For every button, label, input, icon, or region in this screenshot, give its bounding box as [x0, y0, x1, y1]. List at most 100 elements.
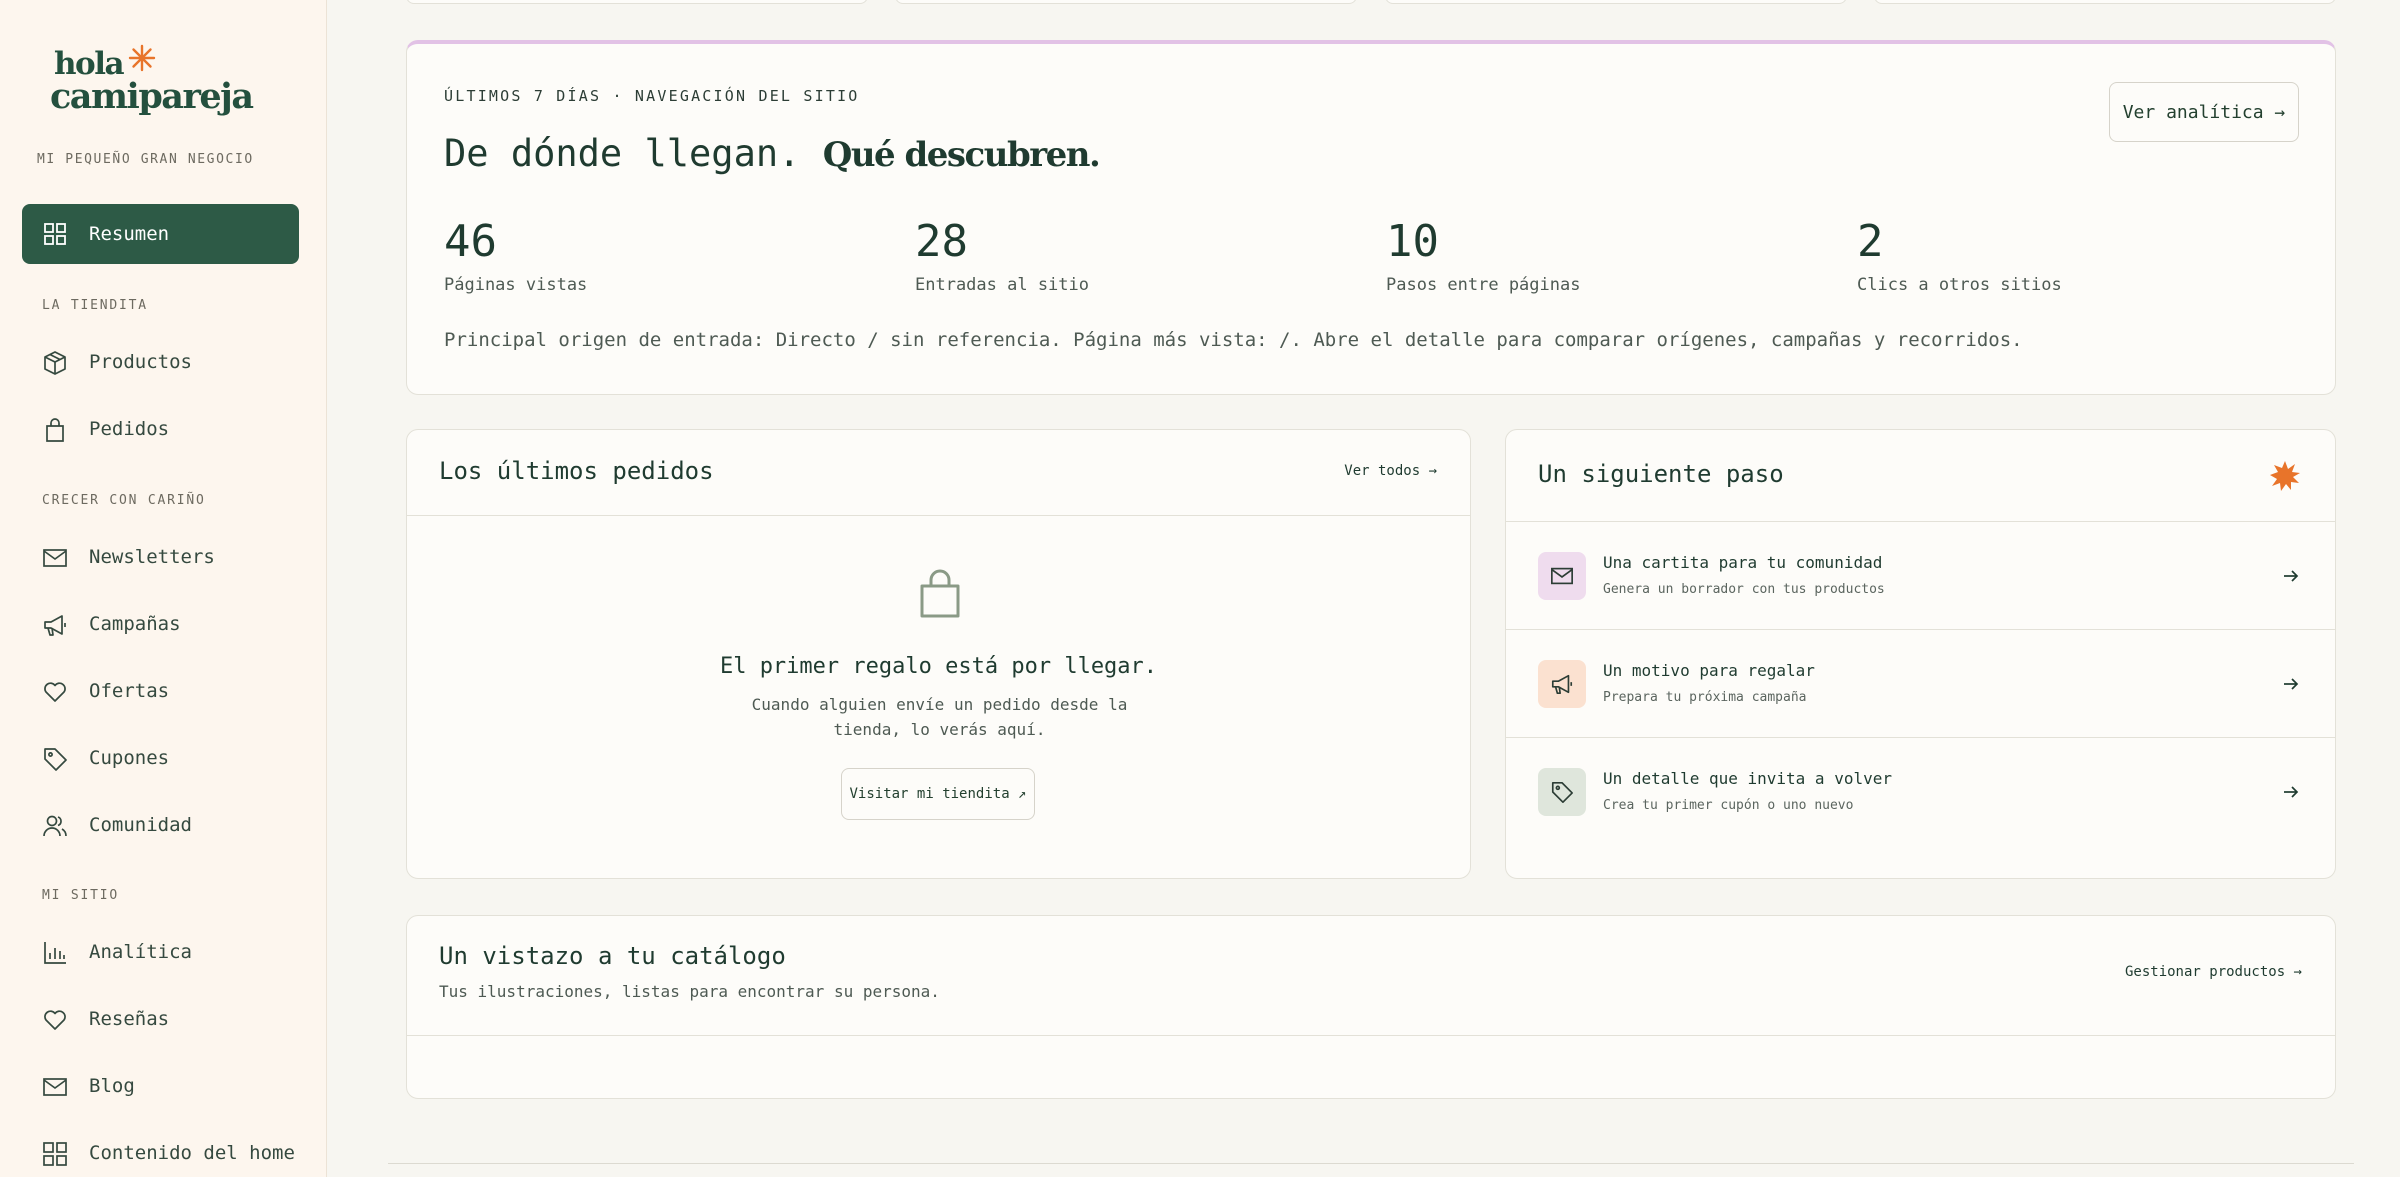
step-icon-box	[1538, 552, 1586, 600]
sidebar-item-resenas[interactable]: Reseñas	[22, 991, 299, 1047]
stat-label: Pasos entre páginas	[1386, 275, 1581, 295]
shopping-bag-icon	[46, 418, 64, 442]
view-all-orders-link[interactable]: Ver todos →	[1344, 463, 1437, 479]
megaphone-icon	[44, 615, 66, 636]
sidebar-item-analitica[interactable]: Analítica	[22, 924, 299, 980]
sidebar-item-pedidos[interactable]: Pedidos	[22, 401, 299, 457]
orders-title: Los últimos pedidos	[439, 457, 714, 485]
stat-site-entries: 28 Entradas al sitio	[915, 216, 1089, 295]
starburst-icon	[2270, 461, 2300, 491]
stat-value: 28	[915, 216, 968, 267]
sidebar-item-productos[interactable]: Productos	[22, 334, 299, 390]
users-icon	[43, 815, 67, 837]
visit-store-button[interactable]: Visitar mi tiendita ↗	[841, 768, 1035, 820]
next-step-title: Un siguiente paso	[1538, 460, 1784, 488]
sidebar-item-label: Pedidos	[89, 418, 170, 440]
sidebar-item-blog[interactable]: Blog	[22, 1058, 299, 1114]
card-stub	[1874, 0, 2336, 4]
headline-serif: Qué descubren.	[822, 135, 1101, 175]
manage-products-link[interactable]: Gestionar productos →	[2125, 964, 2302, 980]
sidebar-item-ofertas[interactable]: Ofertas	[22, 663, 299, 719]
heart-icon	[44, 1010, 66, 1030]
catalog-title: Un vistazo a tu catálogo	[439, 942, 786, 970]
shopping-bag-icon	[920, 569, 960, 618]
sidebar-item-label: Analítica	[89, 941, 192, 963]
sidebar-item-comunidad[interactable]: Comunidad	[22, 797, 299, 853]
stat-value: 46	[444, 216, 497, 267]
view-analytics-button[interactable]: Ver analítica →	[2109, 82, 2299, 142]
next-step-item[interactable]: Una cartita para tu comunidad Genera un …	[1506, 522, 2335, 630]
sidebar-section-title: LA TIENDITA	[42, 298, 148, 313]
analytics-card: ÚLTIMOS 7 DÍAS · NAVEGACIÓN DEL SITIO De…	[406, 40, 2336, 395]
stat-outbound-clicks: 2 Clics a otros sitios	[1857, 216, 2062, 295]
sidebar-item-newsletters[interactable]: Newsletters	[22, 529, 299, 585]
stat-value: 10	[1386, 216, 1439, 267]
sidebar-item-label: Blog	[89, 1075, 135, 1097]
sidebar-item-label: Reseñas	[89, 1008, 170, 1030]
step-title: Un detalle que invita a volver	[1603, 769, 1892, 788]
grid-icon	[44, 223, 66, 245]
catalog-subtitle: Tus ilustraciones, listas para encontrar…	[439, 982, 940, 1001]
grid-icon	[43, 1142, 67, 1166]
step-icon-box	[1538, 768, 1586, 816]
arrow-right-icon	[2284, 786, 2299, 798]
mail-icon	[43, 1078, 67, 1096]
box-icon	[44, 351, 66, 375]
empty-state-title: El primer regalo está por llegar.	[719, 654, 1158, 679]
sidebar-section-title: MI SITIO	[42, 888, 120, 903]
card-header: Los últimos pedidos Ver todos →	[407, 430, 1470, 516]
sidebar-item-label: Productos	[89, 351, 192, 373]
sidebar-item-label: Newsletters	[89, 546, 215, 568]
step-title: Un motivo para regalar	[1603, 661, 1815, 680]
sidebar-item-label: Comunidad	[89, 814, 192, 836]
analytics-headline: De dónde llegan. Qué descubren.	[444, 132, 1101, 175]
sidebar-item-label: Contenido del home	[89, 1142, 295, 1164]
card-stub	[1385, 0, 1847, 4]
sidebar-item-label: Campañas	[89, 613, 181, 635]
brand-logo[interactable]: hola camipareja	[50, 44, 254, 124]
sidebar-section-title: CRECER CON CARIÑO	[42, 493, 206, 508]
stat-label: Páginas vistas	[444, 275, 588, 295]
analytics-summary: Principal origen de entrada: Directo / s…	[444, 329, 2023, 351]
stat-label: Clics a otros sitios	[1857, 275, 2062, 295]
analytics-eyebrow: ÚLTIMOS 7 DÍAS · NAVEGACIÓN DEL SITIO	[444, 87, 860, 105]
asterisk-star-icon	[128, 44, 156, 72]
tag-icon	[44, 748, 67, 771]
sidebar: hola camipareja MI PEQUEÑO GRAN NEGOCIO …	[0, 0, 327, 1177]
mail-icon	[1551, 567, 1573, 585]
divider	[388, 1163, 2354, 1164]
sidebar-item-resumen[interactable]: Resumen	[22, 204, 299, 264]
heart-icon	[44, 682, 66, 702]
step-subtitle: Prepara tu próxima campaña	[1603, 690, 1807, 705]
card-stub	[406, 0, 868, 4]
stat-page-steps: 10 Pasos entre páginas	[1386, 216, 1580, 295]
recent-orders-card: Los últimos pedidos Ver todos → El prime…	[406, 429, 1471, 879]
megaphone-icon	[1551, 674, 1573, 695]
sidebar-item-campanas[interactable]: Campañas	[22, 596, 299, 652]
headline-plain: De dónde llegan.	[444, 132, 801, 175]
step-title: Una cartita para tu comunidad	[1603, 553, 1883, 572]
stat-page-views: 46 Páginas vistas	[444, 216, 587, 295]
card-header: Un siguiente paso	[1506, 430, 2335, 522]
tag-icon	[1551, 781, 1573, 803]
sidebar-item-cupones[interactable]: Cupones	[22, 730, 299, 786]
next-step-item[interactable]: Un motivo para regalar Prepara tu próxim…	[1506, 630, 2335, 738]
arrow-right-icon	[2284, 678, 2299, 690]
step-icon-box	[1538, 660, 1586, 708]
step-subtitle: Genera un borrador con tus productos	[1603, 582, 1885, 597]
next-step-card: Un siguiente paso Una cartita para tu co…	[1505, 429, 2336, 879]
step-subtitle: Crea tu primer cupón o uno nuevo	[1603, 798, 1854, 813]
bar-chart-icon	[44, 942, 66, 964]
card-stub	[895, 0, 1357, 4]
catalog-card: Un vistazo a tu catálogo Tus ilustracion…	[406, 915, 2336, 1099]
mail-icon	[43, 549, 67, 567]
stat-value: 2	[1857, 216, 1884, 267]
logo-line-2: camipareja	[50, 76, 254, 117]
sidebar-item-label: Ofertas	[89, 680, 170, 702]
sidebar-item-contenido-home[interactable]: Contenido del home	[22, 1125, 299, 1177]
sidebar-item-label: Resumen	[89, 223, 170, 245]
empty-state-description: Cuando alguien envíe un pedido desde la …	[751, 695, 1128, 739]
card-header: Un vistazo a tu catálogo Tus ilustracion…	[407, 916, 2335, 1036]
next-step-item[interactable]: Un detalle que invita a volver Crea tu p…	[1506, 738, 2335, 846]
sidebar-item-label: Cupones	[89, 747, 170, 769]
